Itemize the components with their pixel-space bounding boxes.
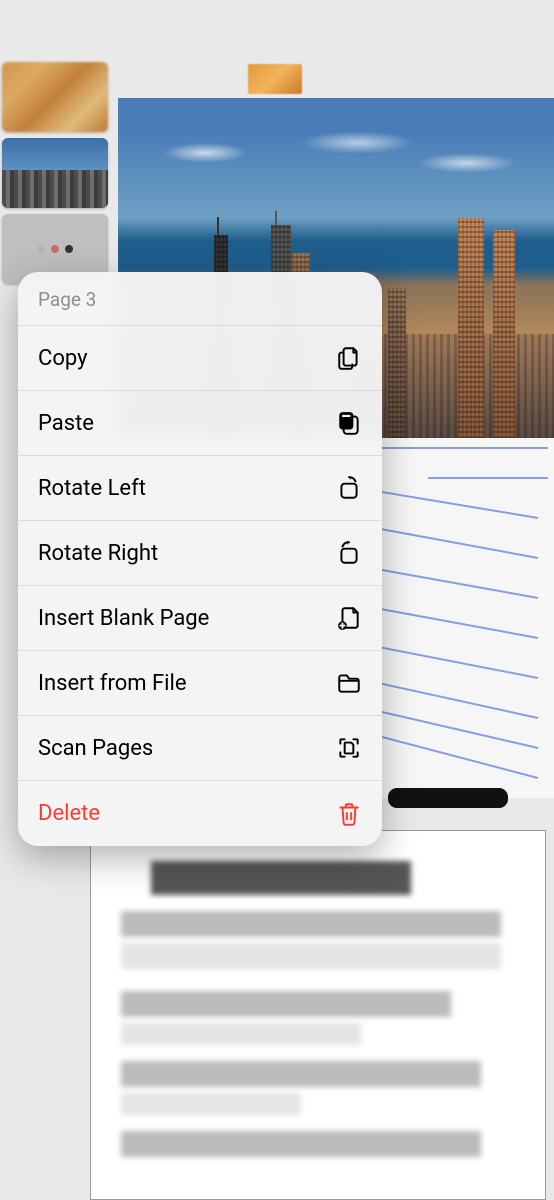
menu-item-rotate-right[interactable]: Rotate Right (18, 521, 382, 586)
selection-indicator-icon (37, 245, 73, 253)
menu-item-label: Insert Blank Page (38, 606, 209, 631)
document-pixelated-region (248, 64, 302, 94)
menu-item-label: Rotate Left (38, 476, 146, 501)
page-thumbnail-strip[interactable] (0, 62, 110, 290)
menu-item-label: Scan Pages (38, 736, 153, 761)
copy-icon (336, 345, 362, 371)
toolbar-peek (388, 788, 508, 808)
rotate-right-icon (336, 540, 362, 566)
menu-item-insert-blank[interactable]: Insert Blank Page (18, 586, 382, 651)
thumbnail-page-1[interactable] (2, 62, 108, 132)
menu-item-label: Rotate Right (38, 541, 158, 566)
trash-icon (336, 801, 362, 827)
menu-item-label: Insert from File (38, 671, 187, 696)
menu-item-rotate-left[interactable]: Rotate Left (18, 456, 382, 521)
scan-icon (336, 735, 362, 761)
rotate-left-icon (336, 475, 362, 501)
page-4-document-preview[interactable] (90, 830, 546, 1200)
menu-item-copy[interactable]: Copy (18, 326, 382, 391)
menu-item-delete[interactable]: Delete (18, 781, 382, 846)
paste-icon (336, 410, 362, 436)
menu-item-label: Delete (38, 801, 100, 826)
page-context-menu: Page 3 Copy Paste Rotate Left Rotate Rig… (18, 272, 382, 846)
menu-item-scan-pages[interactable]: Scan Pages (18, 716, 382, 781)
folder-icon (336, 670, 362, 696)
menu-item-insert-file[interactable]: Insert from File (18, 651, 382, 716)
menu-header: Page 3 (18, 272, 382, 326)
menu-item-label: Paste (38, 411, 94, 436)
menu-item-label: Copy (38, 346, 88, 371)
insert-blank-icon (336, 605, 362, 631)
thumbnail-page-2[interactable] (2, 138, 108, 208)
menu-item-paste[interactable]: Paste (18, 391, 382, 456)
